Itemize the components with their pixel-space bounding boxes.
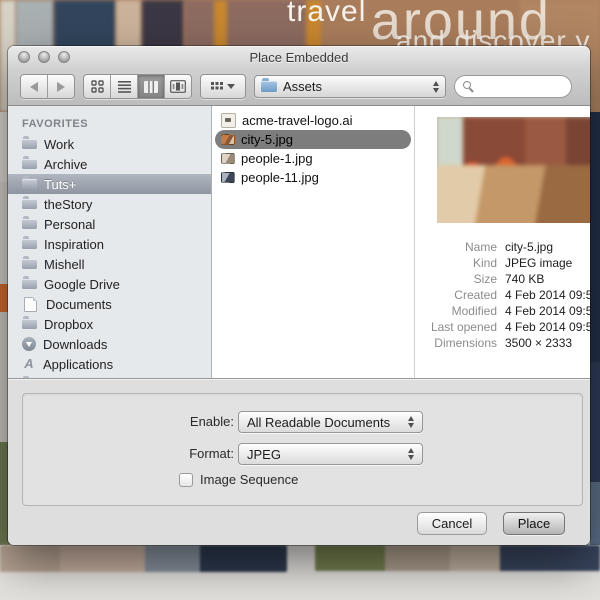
file-row-acme-travel-logo[interactable]: acme-travel-logo.ai (215, 111, 411, 130)
place-embedded-dialog: Place Embedded (8, 46, 590, 545)
icon-view-button[interactable] (84, 75, 111, 98)
applications-icon (22, 357, 36, 371)
arrange-menu-button[interactable] (201, 75, 245, 98)
arrange-grid-icon (211, 82, 223, 92)
folder-icon (22, 239, 37, 249)
list-view-button[interactable] (111, 75, 138, 98)
title-bar[interactable]: Place Embedded (8, 46, 590, 68)
format-popup[interactable]: JPEG (238, 443, 423, 465)
popup-stepper-icon (408, 448, 414, 460)
folder-icon (22, 279, 37, 289)
meta-row-modified: Modified4 Feb 2014 09:5 (415, 303, 590, 319)
image-sequence-label: Image Sequence (200, 472, 298, 487)
popup-stepper-icon (408, 416, 414, 428)
arrange-menu-control (200, 74, 246, 99)
meta-row-name: Namecity-5.jpg (415, 239, 590, 255)
file-row-people-11[interactable]: people-11.jpg (215, 168, 411, 187)
file-metadata: Namecity-5.jpg KindJPEG image Size740 KB… (415, 239, 590, 351)
minimize-button[interactable] (38, 51, 50, 63)
format-popup-value: JPEG (247, 447, 281, 462)
folder-icon (22, 259, 37, 269)
icon-view-icon (91, 80, 104, 93)
enable-popup-value: All Readable Documents (247, 415, 390, 430)
search-field[interactable] (454, 75, 572, 98)
coverflow-view-icon (170, 80, 186, 93)
preview-thumbnail (437, 117, 590, 223)
close-button[interactable] (18, 51, 30, 63)
format-label: Format: (34, 446, 234, 461)
photo-card-right (315, 545, 600, 571)
photo-card-left (0, 545, 287, 572)
meta-row-size: Size740 KB (415, 271, 590, 287)
file-row-people-1[interactable]: people-1.jpg (215, 149, 411, 168)
sidebar-item-applications[interactable]: Applications (8, 354, 211, 374)
meta-row-dimensions: Dimensions3500 × 2333 (415, 335, 590, 351)
forward-button[interactable] (48, 75, 74, 98)
forward-arrow-icon (57, 82, 65, 92)
cancel-button[interactable]: Cancel (417, 512, 487, 535)
sidebar-item-documents[interactable]: Documents (8, 294, 211, 314)
background-right-strip (590, 112, 600, 545)
sidebar-item-work[interactable]: Work (8, 134, 211, 154)
enable-popup[interactable]: All Readable Documents (238, 411, 423, 433)
options-panel: Enable: All Readable Documents Format: J… (22, 393, 583, 506)
location-popup[interactable]: Assets (254, 75, 446, 98)
ai-file-icon (221, 113, 236, 128)
file-browser: FAVORITES Work Archive Tuts+ theStory Pe… (8, 106, 590, 378)
preview-pane: Namecity-5.jpg KindJPEG image Size740 KB… (415, 106, 590, 378)
sidebar-item-archive[interactable]: Archive (8, 154, 211, 174)
file-row-city-5[interactable]: city-5.jpg (215, 130, 411, 149)
meta-row-last-opened: Last opened4 Feb 2014 09:5 (415, 319, 590, 335)
file-list: acme-travel-logo.ai city-5.jpg people-1.… (212, 106, 415, 378)
meta-row-kind: KindJPEG image (415, 255, 590, 271)
sidebar-item-personal[interactable]: Personal (8, 214, 211, 234)
folder-icon (261, 81, 277, 92)
view-mode-switcher (83, 74, 192, 99)
image-file-icon (221, 134, 235, 145)
sidebar: FAVORITES Work Archive Tuts+ theStory Pe… (8, 106, 212, 378)
folder-icon (22, 319, 37, 329)
image-file-icon (221, 153, 235, 164)
downloads-icon (22, 337, 36, 351)
popup-stepper-icon (433, 81, 439, 93)
folder-icon (22, 219, 37, 229)
folder-icon (22, 139, 37, 149)
background-bottom (0, 545, 600, 600)
back-arrow-icon (30, 82, 38, 92)
sidebar-item-inspiration[interactable]: Inspiration (8, 234, 211, 254)
column-view-button[interactable] (138, 75, 165, 98)
window-title: Place Embedded (249, 50, 348, 65)
sidebar-item-mishell[interactable]: Mishell (8, 254, 211, 274)
list-view-icon (118, 80, 131, 93)
search-icon (463, 81, 474, 92)
zoom-button[interactable] (58, 51, 70, 63)
enable-label: Enable: (34, 414, 234, 429)
back-button[interactable] (21, 75, 48, 98)
folder-icon (22, 179, 37, 189)
image-file-icon (221, 172, 235, 183)
history-nav (20, 74, 75, 99)
toolbar: Assets (8, 68, 590, 106)
chevron-down-icon (227, 84, 235, 89)
dialog-options-area: Enable: All Readable Documents Format: J… (8, 378, 590, 545)
coverflow-view-button[interactable] (165, 75, 191, 98)
place-button[interactable]: Place (503, 512, 565, 535)
folder-icon (22, 159, 37, 169)
image-sequence-checkbox[interactable] (179, 473, 193, 487)
location-popup-value: Assets (283, 79, 322, 94)
sidebar-item-dropbox[interactable]: Dropbox (8, 314, 211, 334)
sidebar-item-google-drive[interactable]: Google Drive (8, 274, 211, 294)
sidebar-item-tuts[interactable]: Tuts+ (8, 174, 211, 194)
hero-headline-small: travel (287, 0, 366, 28)
sidebar-item-thestory[interactable]: theStory (8, 194, 211, 214)
column-view-icon (144, 81, 158, 93)
sidebar-item-downloads[interactable]: Downloads (8, 334, 211, 354)
documents-icon (24, 297, 37, 312)
sidebar-header: FAVORITES (8, 114, 211, 134)
meta-row-created: Created4 Feb 2014 09:5 (415, 287, 590, 303)
search-input[interactable] (479, 79, 563, 95)
image-sequence-row: Image Sequence (179, 472, 298, 487)
folder-icon (22, 199, 37, 209)
